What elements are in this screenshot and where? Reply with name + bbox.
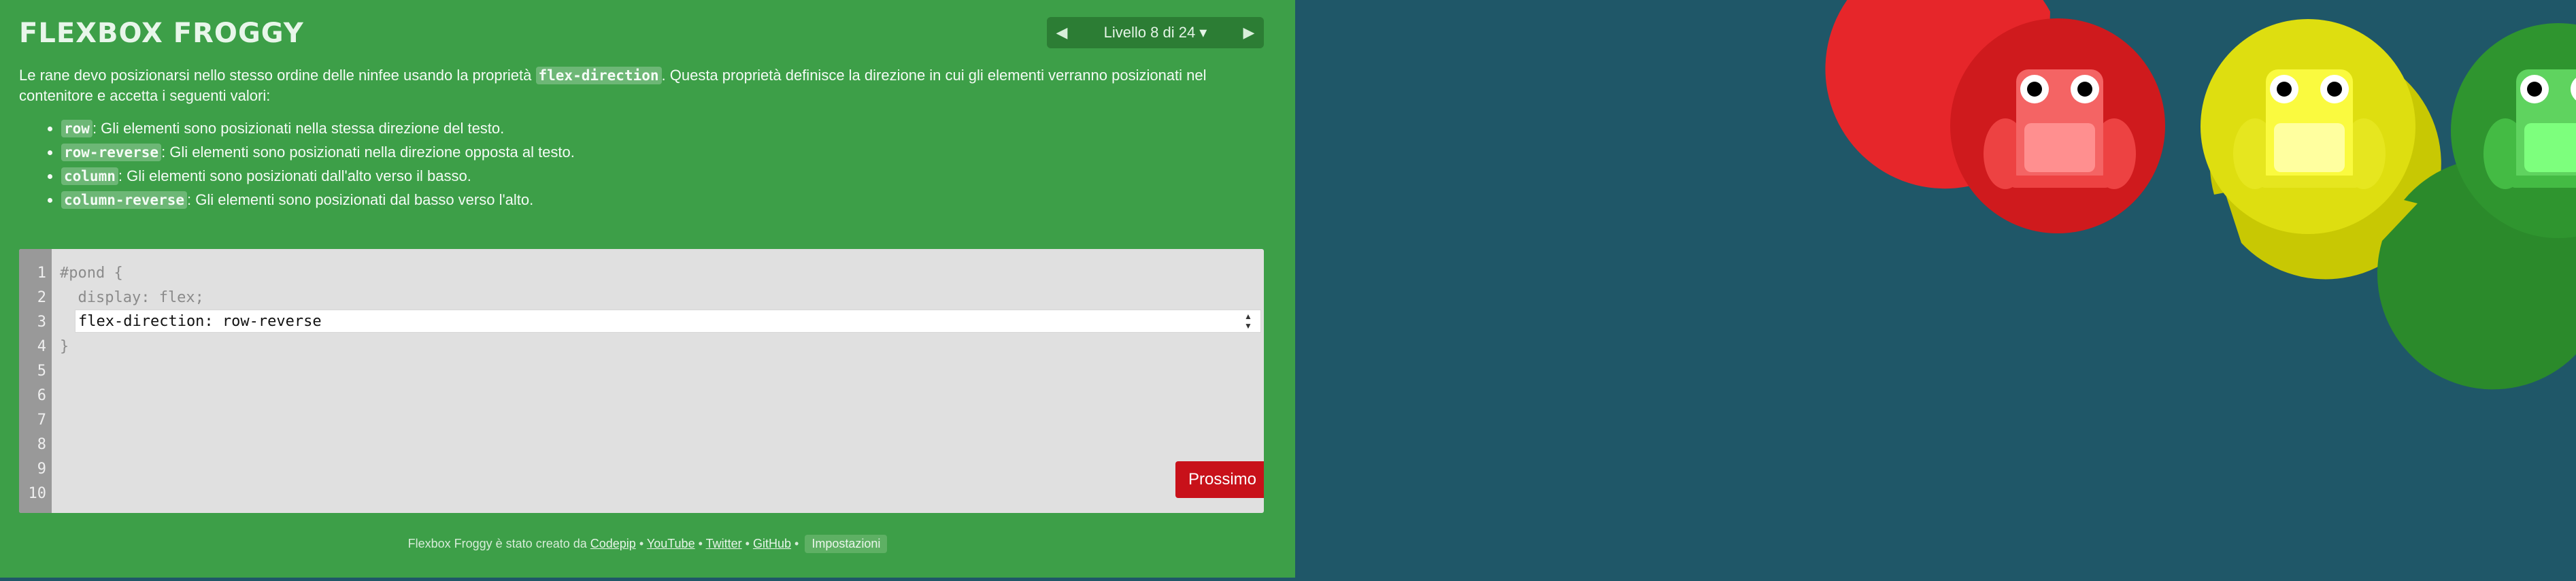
intro-paragraph: Le rane devo posizionarsi nello stesso o…: [19, 65, 1264, 106]
sidebar: FLEXBOX FROGGY ◀ Livello 8 di 24 ▾ ▶ Le …: [0, 0, 1295, 578]
credit-text: Flexbox Froggy è stato creato da: [407, 537, 587, 550]
value-desc: : Gli elementi sono posizionati dall'alt…: [118, 167, 471, 184]
separator: •: [794, 537, 799, 550]
line-number: 4: [37, 338, 46, 355]
instructions: Le rane devo posizionarsi nello stesso o…: [19, 65, 1264, 214]
frog-yellow-pupil: [2277, 82, 2292, 97]
separator: •: [698, 537, 703, 550]
intro-text: Le rane devo posizionarsi nello stesso o…: [19, 67, 536, 84]
settings-button[interactable]: Impostazioni: [805, 535, 888, 553]
value-code: column: [61, 167, 118, 185]
next-level-icon[interactable]: ▶: [1234, 17, 1264, 48]
separator: •: [639, 537, 644, 550]
frog-green-belly: [2524, 123, 2576, 172]
frog-red-pupil: [2027, 82, 2042, 97]
lilypad-red: [1825, 0, 2165, 233]
youtube-link[interactable]: YouTube: [647, 537, 695, 550]
level-navigator: ◀ Livello 8 di 24 ▾ ▶: [1047, 17, 1264, 48]
level-dropdown[interactable]: Livello 8 di 24 ▾: [1077, 24, 1234, 42]
frog-yellow-pupil: [2327, 82, 2342, 97]
value-desc: : Gli elementi sono posizionati nella st…: [92, 120, 505, 137]
code-editor: 1 2 3 4 5 6 7 8 9 10 #pond { display: fl…: [19, 249, 1264, 513]
codepip-link[interactable]: Codepip: [590, 537, 636, 550]
line-number: 5: [37, 363, 46, 380]
line-number: 10: [28, 485, 47, 502]
twitter-link[interactable]: Twitter: [706, 537, 742, 550]
value-desc: : Gli elementi sono posizionati nella di…: [161, 144, 575, 161]
frog-red-feet: [2009, 176, 2111, 188]
frog-red-belly: [2024, 123, 2095, 172]
code-line: #pond {: [60, 265, 123, 282]
frog-yellow-feet: [2259, 176, 2361, 188]
spinner-icon[interactable]: ▲ ▼: [1243, 312, 1253, 331]
list-item: row: Gli elementi sono posizionati nella…: [61, 118, 1264, 139]
values-list: row: Gli elementi sono posizionati nella…: [19, 118, 1264, 210]
github-link[interactable]: GitHub: [753, 537, 791, 550]
list-item: column-reverse: Gli elementi sono posizi…: [61, 190, 1264, 210]
line-number: 2: [37, 289, 46, 306]
frog-green-feet: [2509, 176, 2576, 188]
list-item: column: Gli elementi sono posizionati da…: [61, 166, 1264, 186]
frog-yellow-belly: [2274, 123, 2345, 172]
value-code: column-reverse: [61, 191, 188, 209]
line-number: 8: [37, 436, 46, 453]
frog-green-pupil: [2527, 82, 2542, 97]
line-number: 7: [37, 412, 46, 429]
line-number: 1: [37, 265, 46, 282]
separator: •: [745, 537, 750, 550]
css-input[interactable]: [75, 310, 1261, 333]
value-code: row: [61, 120, 93, 137]
pond: [1295, 0, 2576, 578]
footer: Flexbox Froggy è stato creato da Codepip…: [0, 535, 1295, 553]
line-number: 3: [37, 314, 46, 331]
prev-level-icon[interactable]: ◀: [1047, 17, 1077, 48]
property-code: flex-direction: [535, 67, 662, 84]
pond-canvas: [1825, 0, 2576, 390]
line-number: 9: [37, 461, 46, 478]
next-button[interactable]: Prossimo: [1175, 461, 1264, 498]
app-title: FLEXBOX FROGGY: [19, 18, 304, 49]
value-desc: : Gli elementi sono posizionati dal bass…: [187, 191, 534, 208]
frog-red-pupil: [2077, 82, 2092, 97]
value-code: row-reverse: [61, 144, 162, 161]
code-line: display: flex;: [60, 289, 204, 306]
list-item: row-reverse: Gli elementi sono posiziona…: [61, 142, 1264, 163]
line-numbers: 1 2 3 4 5 6 7 8 9 10: [19, 261, 47, 506]
code-line: }: [60, 338, 69, 355]
line-number: 6: [37, 387, 46, 404]
